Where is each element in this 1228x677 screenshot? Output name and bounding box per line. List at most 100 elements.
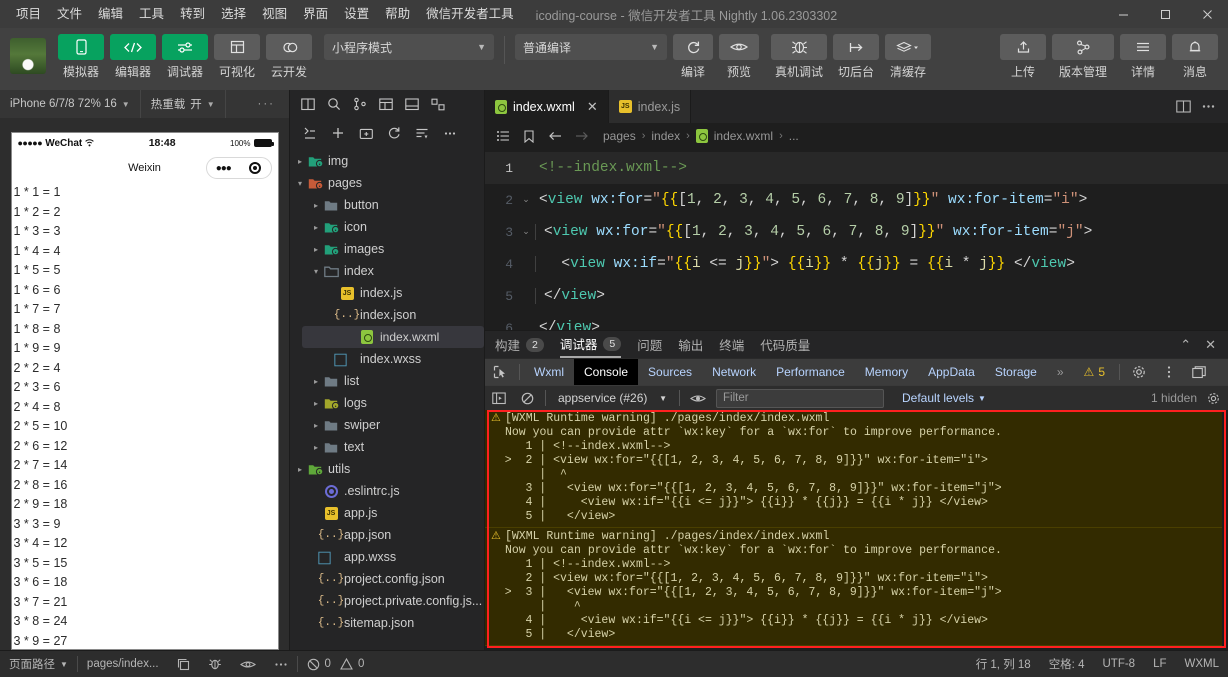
bug-icon[interactable] xyxy=(199,651,231,677)
chevron-icon[interactable]: ▸ xyxy=(310,443,322,452)
tree-item-project-config-json[interactable]: {..} project.config.json xyxy=(290,568,484,590)
search-icon[interactable] xyxy=(322,92,346,116)
refresh-icon[interactable] xyxy=(382,121,406,145)
language-mode[interactable]: WXML xyxy=(1176,651,1228,677)
menu-item-file[interactable]: 文件 xyxy=(49,0,90,28)
collapse-panel-icon[interactable]: ⌃ xyxy=(1180,337,1191,353)
console-filter-input[interactable]: Filter xyxy=(716,388,884,408)
fold-toggle[interactable]: ⌄ xyxy=(519,195,533,205)
inspect-icon[interactable] xyxy=(485,359,515,386)
console-output[interactable]: ⚠ [WXML Runtime warning] ./pages/index/in… xyxy=(485,410,1228,650)
code-editor[interactable]: 1 <!--index.wxml--> 2 ⌄ <view wx:for="{{… xyxy=(485,149,1228,330)
tree-item-index-json[interactable]: {..} index.json xyxy=(290,304,484,326)
page-path-value[interactable]: pages/index... xyxy=(78,651,168,677)
chevron-icon[interactable]: ▸ xyxy=(310,201,322,210)
split-editor-icon[interactable] xyxy=(296,92,320,116)
chevron-icon[interactable]: ▸ xyxy=(294,465,306,474)
tree-item-img[interactable]: ▸ • img xyxy=(290,150,484,172)
toolbar-button-realdevice[interactable]: 真机调试 xyxy=(771,34,827,80)
editor-tab-index-wxml[interactable]: index.wxml ✕ xyxy=(485,90,609,123)
new-file-icon[interactable] xyxy=(326,121,350,145)
tree-item-text[interactable]: ▸ text xyxy=(290,436,484,458)
device-select[interactable]: iPhone 6/7/8 72% 16 ▼ xyxy=(0,90,141,118)
toolbar-button-preview[interactable]: 预览 xyxy=(719,34,759,80)
toolbar-button-message[interactable]: 消息 xyxy=(1172,34,1218,80)
panel-tab-build[interactable]: 构建 2 xyxy=(495,331,544,358)
eye-icon[interactable] xyxy=(231,651,265,677)
page-path-select[interactable]: 页面路径 ▼ xyxy=(0,651,77,677)
tree-item-images[interactable]: ▸ • images xyxy=(290,238,484,260)
close-button[interactable] xyxy=(1186,0,1228,28)
terminal-panel-icon[interactable] xyxy=(400,92,424,116)
devtools-tab-memory[interactable]: Memory xyxy=(855,359,918,386)
eol-setting[interactable]: LF xyxy=(1144,651,1175,677)
console-warning-message[interactable]: ⚠ [WXML Runtime warning] ./pages/index/in… xyxy=(485,410,1222,528)
menu-item-project[interactable]: 项目 xyxy=(8,0,49,28)
panel-tab-codequality[interactable]: 代码质量 xyxy=(760,331,810,358)
menu-item-edit[interactable]: 编辑 xyxy=(90,0,131,28)
copy-icon[interactable] xyxy=(168,651,199,677)
tree-item-app-wxss[interactable]: ⃞ app.wxss xyxy=(290,546,484,568)
chevron-icon[interactable]: ▾ xyxy=(310,267,322,276)
chevron-icon[interactable]: ▸ xyxy=(310,245,322,254)
devtools-tab-appdata[interactable]: AppData xyxy=(918,359,985,386)
toolbar-button-visual[interactable]: 可视化 xyxy=(214,34,260,80)
maximize-button[interactable] xyxy=(1144,0,1186,28)
tree-item--eslintrc-js[interactable]: .eslintrc.js xyxy=(290,480,484,502)
avatar[interactable] xyxy=(10,38,46,74)
tree-item-app-js[interactable]: JS app.js xyxy=(290,502,484,524)
chevron-icon[interactable]: ▸ xyxy=(310,377,322,386)
toolbar-button-compile[interactable]: 编译 xyxy=(673,34,713,80)
clear-console-icon[interactable] xyxy=(513,386,541,411)
console-warning-message[interactable]: ⚠ [WXML Runtime warning] ./pages/index/in… xyxy=(485,528,1222,646)
problems-indicator[interactable]: 0 0 xyxy=(298,651,374,677)
devtools-warning-count[interactable]: ⚠ 5 xyxy=(1074,359,1115,386)
panel-tab-debugger[interactable]: 调试器 5 xyxy=(559,331,622,358)
console-sidebar-icon[interactable] xyxy=(485,386,513,411)
tree-item-logs[interactable]: ▸ • logs xyxy=(290,392,484,414)
devtools-tab-sources[interactable]: Sources xyxy=(638,359,702,386)
devtools-tab-console[interactable]: Console xyxy=(574,358,639,386)
panel-tab-problems[interactable]: 问题 xyxy=(637,331,662,358)
console-context-select[interactable]: appservice (#26) ▼ xyxy=(550,391,675,405)
devtools-tab-performance[interactable]: Performance xyxy=(766,359,855,386)
chevron-icon[interactable]: ▾ xyxy=(294,179,306,188)
encoding-setting[interactable]: UTF-8 xyxy=(1093,651,1144,677)
toolbar-button-upload[interactable]: 上传 xyxy=(1000,34,1046,80)
toolbar-button-clearcache[interactable]: 清缓存 xyxy=(885,34,931,80)
tree-item-swiper[interactable]: ▸ swiper xyxy=(290,414,484,436)
menu-item-devtools[interactable]: 微信开发者工具 xyxy=(418,0,522,28)
sort-icon[interactable] xyxy=(410,121,434,145)
devtools-tab-wxml[interactable]: Wxml xyxy=(524,359,574,386)
devtools-tab-storage[interactable]: Storage xyxy=(985,359,1047,386)
phone-capsule-button[interactable]: ●●● xyxy=(205,157,272,179)
toolbar-button-version[interactable]: 版本管理 xyxy=(1052,34,1114,80)
split-editor-icon[interactable] xyxy=(1176,100,1191,113)
dock-icon[interactable] xyxy=(1184,359,1214,386)
chevron-icon[interactable]: ▸ xyxy=(310,223,322,232)
extensions-icon[interactable] xyxy=(426,92,450,116)
tree-item-index-js[interactable]: JS index.js xyxy=(290,282,484,304)
more-icon[interactable] xyxy=(265,651,297,677)
toolbar-button-background[interactable]: 切后台 xyxy=(833,34,879,80)
gear-icon[interactable] xyxy=(1207,392,1220,405)
menu-item-select[interactable]: 选择 xyxy=(213,0,254,28)
toolbar-button-cloud[interactable]: 云开发 xyxy=(266,34,312,80)
tree-item-index[interactable]: ▾ index xyxy=(290,260,484,282)
close-icon[interactable]: ✕ xyxy=(587,99,598,115)
toolbar-button-simulator[interactable]: 模拟器 xyxy=(58,34,104,80)
tree-item-pages[interactable]: ▾ • pages xyxy=(290,172,484,194)
tree-item-index-wxss[interactable]: ⃞ index.wxss xyxy=(290,348,484,370)
source-control-icon[interactable] xyxy=(348,92,372,116)
hot-reload-select[interactable]: 热重载 开 ▼ xyxy=(141,90,226,118)
tree-item-sitemap-json[interactable]: {..} sitemap.json xyxy=(290,612,484,634)
more-icon[interactable] xyxy=(438,121,462,145)
chevron-icon[interactable]: ▸ xyxy=(294,157,306,166)
layout-panel-icon[interactable] xyxy=(374,92,398,116)
tree-item-app-json[interactable]: {..} app.json xyxy=(290,524,484,546)
more-icon[interactable] xyxy=(1201,100,1216,113)
back-arrow-icon[interactable] xyxy=(545,130,565,142)
mode-select[interactable]: 小程序模式 ▼ xyxy=(324,34,494,60)
breadcrumb-file[interactable]: index.wxml xyxy=(714,129,773,143)
chevron-icon[interactable]: ▸ xyxy=(310,421,322,430)
